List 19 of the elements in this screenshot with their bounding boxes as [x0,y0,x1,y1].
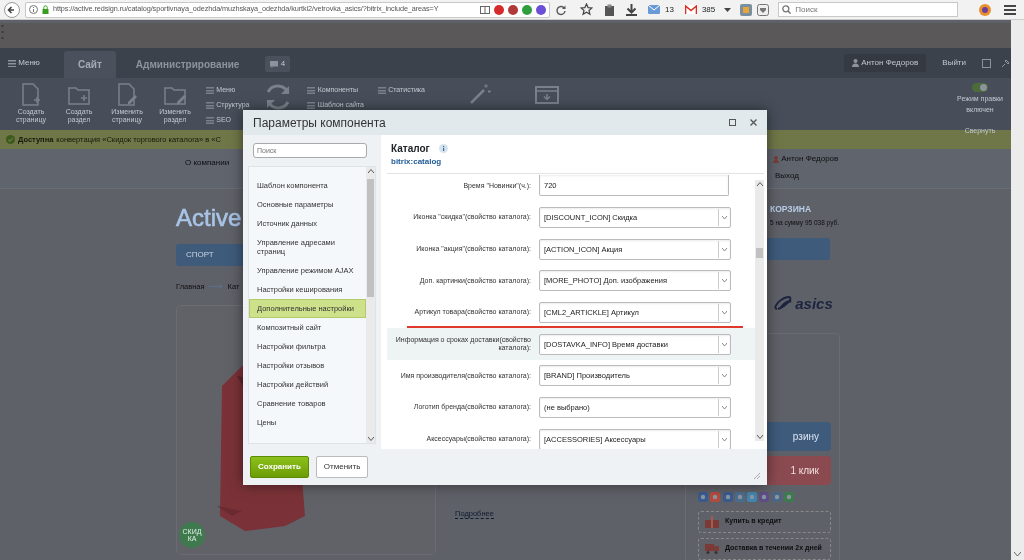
notifications-button[interactable]: 4 [265,56,291,72]
dialog-title: Параметры компонента [253,114,387,132]
search-field[interactable]: Поиск [778,2,959,17]
mail-count: 385 [701,3,716,16]
component-title: Каталог [391,142,430,156]
cart-title[interactable]: КОРЗИНА [770,203,840,216]
tab[interactable]: Сайт [63,51,116,78]
logout-link[interactable]: Выйти [932,57,976,78]
site-logo[interactable]: Active [176,206,242,230]
user-button[interactable]: Антон Федоров [844,54,927,72]
nav-link[interactable]: СПОРТ [186,249,214,261]
tab[interactable]: Администрирование [121,51,254,78]
nav-link[interactable]: О компании [185,158,230,167]
component-code: bitrix:catalog [391,156,443,168]
menu-link[interactable]: Меню [18,57,40,69]
user-link[interactable]: Антон Федоров [781,153,839,165]
mail-count: 13 [665,3,674,16]
cancel-button[interactable]: Отменить [315,456,369,478]
logout-link[interactable]: Выход [775,169,839,182]
